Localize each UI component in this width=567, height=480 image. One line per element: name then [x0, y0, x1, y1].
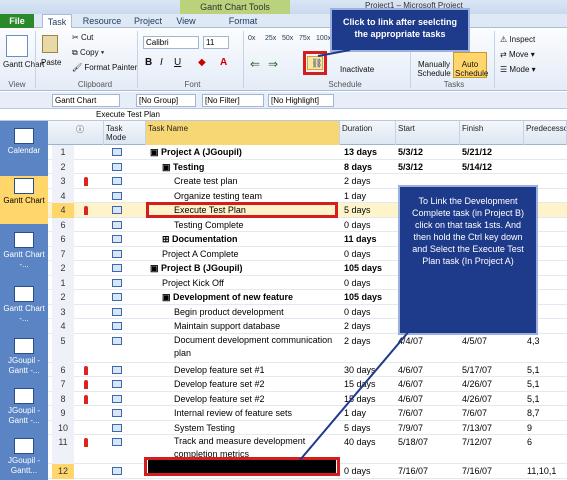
callout-arrows: [299, 49, 411, 461]
arrow-to-link: [317, 49, 351, 57]
arrow-to-development-complete: [299, 329, 411, 461]
